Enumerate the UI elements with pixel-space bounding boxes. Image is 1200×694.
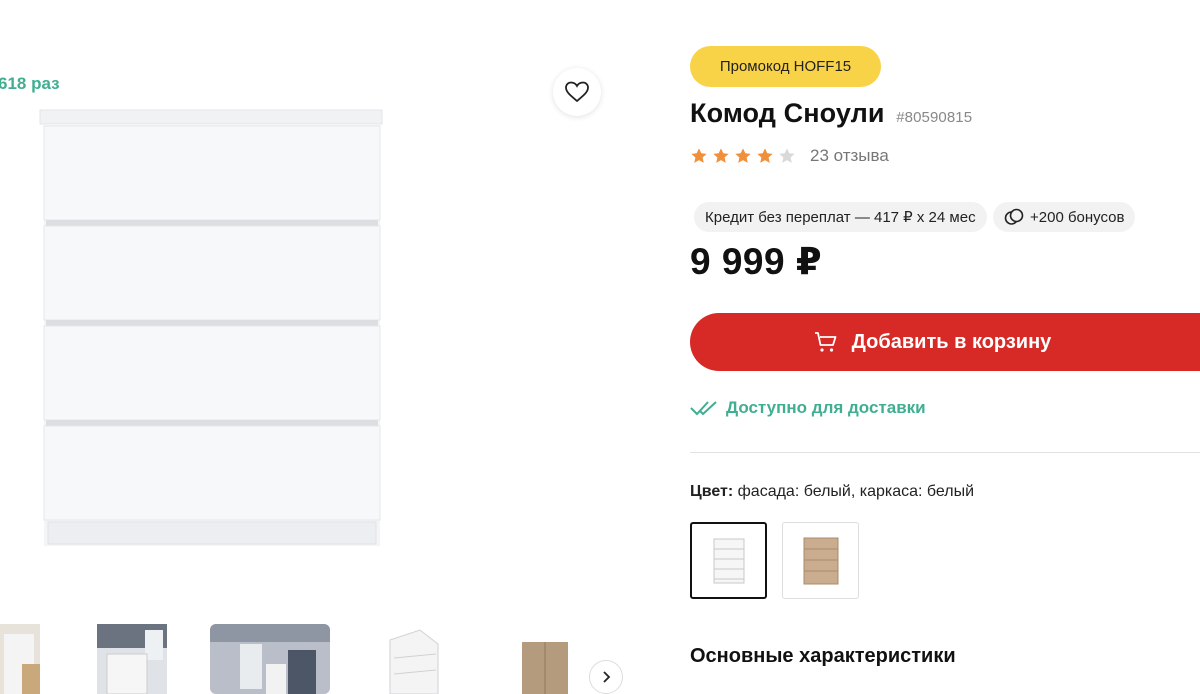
chevron-right-icon xyxy=(603,671,611,683)
color-option-oak[interactable] xyxy=(782,522,859,599)
delivery-status: Доступно для доставки xyxy=(690,398,926,418)
star-empty-icon xyxy=(779,148,795,163)
star-icon xyxy=(735,148,751,163)
cart-icon xyxy=(814,331,838,353)
bonus-text: +200 бонусов xyxy=(1030,208,1125,226)
characteristics-heading: Основные характеристики xyxy=(690,645,956,667)
product-name: Комод Сноули xyxy=(690,98,885,128)
credit-chip[interactable]: Кредит без переплат — 417 ₽ x 24 мес xyxy=(694,202,987,232)
add-to-cart-label: Добавить в корзину xyxy=(851,330,1052,353)
thumbnail-4[interactable] xyxy=(380,624,440,694)
divider xyxy=(690,452,1200,453)
product-image[interactable] xyxy=(38,108,386,548)
thumbnail-strip xyxy=(0,620,640,694)
bonus-coins-icon xyxy=(1004,208,1024,225)
views-counter: 618 раз xyxy=(0,74,60,93)
add-to-cart-button[interactable]: Добавить в корзину xyxy=(690,313,1200,371)
delivery-text: Доступно для доставки xyxy=(726,398,926,417)
heart-icon xyxy=(565,81,589,103)
credit-text: Кредит без переплат — 417 ₽ x 24 мес xyxy=(705,209,976,226)
rating[interactable]: 23 отзыва xyxy=(690,146,889,166)
thumbnail-3[interactable] xyxy=(210,624,330,694)
star-icon xyxy=(757,148,773,163)
bonus-chip[interactable]: +200 бонусов xyxy=(993,202,1136,232)
star-icon xyxy=(713,148,729,163)
reviews-link[interactable]: 23 отзыва xyxy=(810,146,889,166)
star-icon xyxy=(691,148,707,163)
color-label: Цвет: xyxy=(690,483,734,500)
product-price: 9 999 ₽ xyxy=(690,241,823,282)
product-title: Комод Сноули #80590815 xyxy=(690,98,972,129)
product-sku: #80590815 xyxy=(896,109,973,126)
thumbnail-2[interactable] xyxy=(97,624,167,694)
gallery-next-button[interactable] xyxy=(589,660,623,694)
favorite-button[interactable] xyxy=(553,68,601,116)
color-value: фасада: белый, каркаса: белый xyxy=(737,483,975,500)
color-option-white[interactable] xyxy=(690,522,767,599)
thumbnail-1[interactable] xyxy=(0,624,40,694)
thumbnail-5[interactable] xyxy=(520,624,570,694)
promo-code-badge[interactable]: Промокод HOFF15 xyxy=(690,46,881,87)
double-check-icon xyxy=(690,399,720,417)
color-description: Цвет: фасада: белый, каркаса: белый xyxy=(690,483,974,501)
